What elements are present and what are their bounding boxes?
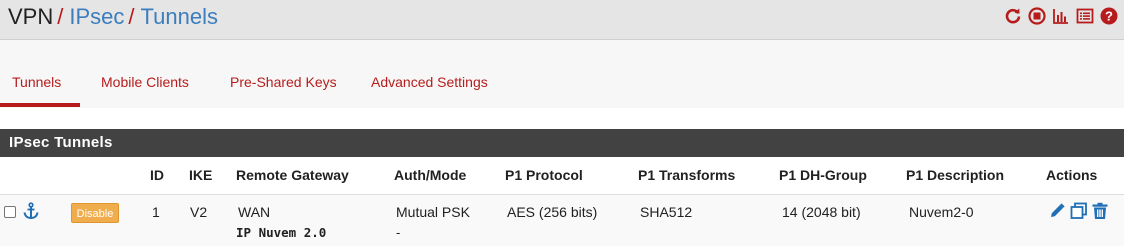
cell-p1-protocol: AES (256 bits) — [507, 204, 598, 220]
panel-title: IPsec Tunnels — [9, 134, 113, 151]
column-header-p1-transforms: P1 Transforms — [638, 167, 736, 183]
tab-advanced-settings[interactable]: Advanced Settings — [371, 74, 488, 90]
help-circle-icon[interactable]: ? — [1100, 7, 1118, 25]
breadcrumb: VPN / IPsec / Tunnels — [8, 4, 218, 30]
cell-id: 1 — [152, 204, 160, 220]
panel-heading: IPsec Tunnels — [0, 129, 1124, 157]
row-select-checkbox[interactable] — [4, 206, 16, 218]
table-row — [0, 195, 1124, 246]
column-header-p1-protocol: P1 Protocol — [505, 167, 583, 183]
tab-tunnels[interactable]: Tunnels — [12, 74, 61, 90]
cell-auth-mode-sub: - — [396, 225, 401, 240]
cell-p1-transforms: SHA512 — [640, 204, 693, 220]
cell-p1-dh-group: 14 (2048 bit) — [782, 204, 861, 220]
column-header-id: ID — [150, 167, 164, 183]
breadcrumb-vpn: VPN — [8, 4, 54, 29]
column-header-p1-description: P1 Description — [906, 167, 1005, 183]
bar-chart-icon[interactable] — [1052, 7, 1070, 25]
column-header-ike: IKE — [189, 167, 213, 183]
stop-circle-icon[interactable] — [1028, 7, 1046, 25]
cell-remote-gateway: WAN — [238, 204, 271, 220]
svg-text:?: ? — [1105, 9, 1113, 24]
cell-remote-gateway-description: IP Nuvem 2.0 — [236, 225, 327, 240]
tab-pre-shared-keys[interactable]: Pre-Shared Keys — [230, 74, 337, 90]
column-header-actions: Actions — [1046, 167, 1098, 183]
column-header-remote-gateway: Remote Gateway — [236, 167, 349, 183]
tab-mobile-clients[interactable]: Mobile Clients — [101, 74, 189, 90]
column-header-auth-mode: Auth/Mode — [394, 167, 467, 183]
cell-auth-mode: Mutual PSK — [396, 204, 470, 220]
breadcrumb-separator: / — [57, 4, 64, 29]
header-icon-bar: ? — [1004, 7, 1118, 25]
page-header: VPN / IPsec / Tunnels ? — [0, 0, 1124, 40]
anchor-icon[interactable] — [22, 202, 40, 220]
cell-p1-description: Nuvem2-0 — [909, 204, 974, 220]
edit-pencil-icon[interactable] — [1048, 202, 1066, 220]
breadcrumb-ipsec-link[interactable]: IPsec — [69, 4, 124, 29]
copy-icon[interactable] — [1070, 202, 1088, 220]
breadcrumb-tunnels-link[interactable]: Tunnels — [141, 4, 218, 29]
disable-button[interactable]: Disable — [71, 203, 119, 223]
active-tab-indicator — [0, 103, 80, 107]
breadcrumb-separator: / — [128, 4, 135, 29]
trash-icon[interactable] — [1091, 202, 1109, 220]
cell-ike: V2 — [190, 204, 208, 220]
tab-bar: Tunnels Mobile Clients Pre-Shared Keys A… — [0, 40, 1124, 108]
reload-icon[interactable] — [1004, 7, 1022, 25]
column-header-p1-dh-group: P1 DH-Group — [779, 167, 867, 183]
list-alt-icon[interactable] — [1076, 7, 1094, 25]
